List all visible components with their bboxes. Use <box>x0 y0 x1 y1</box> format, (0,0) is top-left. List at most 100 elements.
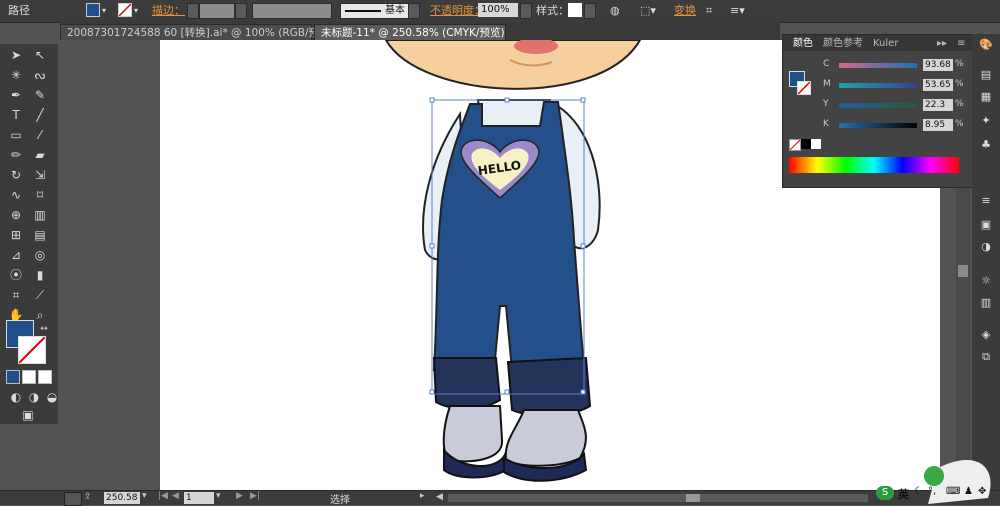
tab-document-2[interactable]: 未标题-11* @ 250.58% (CMYK/预览) <box>314 24 506 41</box>
scale-icon[interactable]: ⇲ <box>30 166 50 184</box>
white-color-chip[interactable] <box>811 139 821 149</box>
pencil-icon[interactable]: ✏ <box>6 146 26 164</box>
color-mode-icon[interactable] <box>6 370 20 384</box>
gradient-panel-icon[interactable]: ▣ <box>978 218 994 232</box>
draw-behind-icon[interactable]: ◑ <box>24 388 44 406</box>
graph-tool-icon[interactable]: ▮ <box>30 266 50 284</box>
last-page-icon[interactable]: ▶| <box>250 491 260 501</box>
menu-icon[interactable]: ≡▾ <box>730 3 745 19</box>
lasso-icon[interactable]: ᔓ <box>30 66 50 84</box>
transparency-icon[interactable]: ◑ <box>978 240 994 254</box>
punctuation-icon[interactable]: °, <box>928 486 936 497</box>
stroke-color-swatch[interactable] <box>18 336 46 364</box>
horizontal-scrollbar[interactable] <box>448 494 868 502</box>
appearance-icon[interactable]: ☼ <box>978 274 994 288</box>
slider-magenta[interactable]: M 53.65 % <box>823 79 969 93</box>
chevron-down-icon[interactable]: ▾ <box>142 491 147 501</box>
yellow-value[interactable]: 22.3 <box>923 99 953 111</box>
slice-tool-icon[interactable]: ⟋ <box>30 286 50 304</box>
symbol-sprayer-icon[interactable]: ⦿ <box>6 266 26 284</box>
cyan-value[interactable]: 93.68 <box>923 59 953 71</box>
direct-selection-icon[interactable]: ↖ <box>30 46 50 64</box>
draw-mode-icon[interactable]: ◐ <box>6 388 26 406</box>
line-tool-icon[interactable]: ╱ <box>30 106 50 124</box>
screen-mode-icon[interactable]: ▣ <box>18 406 38 424</box>
export-icon[interactable]: ⇪ <box>84 492 92 502</box>
black-color-chip[interactable] <box>801 139 811 149</box>
page-field[interactable]: 1 <box>184 492 214 504</box>
rectangle-tool-icon[interactable]: ▭ <box>6 126 26 144</box>
chevron-down-icon[interactable]: ▾ <box>102 3 106 19</box>
artboards-icon[interactable]: ⧉ <box>978 350 994 364</box>
chevron-down-icon[interactable]: ▾ <box>134 3 138 19</box>
user-icon[interactable]: ♟ <box>964 486 973 497</box>
tab-document-1[interactable]: 20087301724588 60 [转换].ai* @ 100% (RGB/预… <box>60 24 334 41</box>
chevron-down-icon[interactable] <box>520 3 532 19</box>
status-menu-icon[interactable]: ▸ <box>420 491 425 501</box>
pen-tool-icon[interactable]: ✒ <box>6 86 26 104</box>
first-page-icon[interactable]: |◀ <box>158 491 168 501</box>
magic-wand-icon[interactable]: ✳ <box>6 66 26 84</box>
perspective-icon[interactable]: ▥ <box>30 206 50 224</box>
swap-colors-icon[interactable]: ↔ <box>34 320 54 338</box>
zoom-field[interactable]: 250.58 <box>104 492 140 504</box>
mesh-icon[interactable]: ⊞ <box>6 226 26 244</box>
transform-link[interactable]: 变换 <box>674 3 696 19</box>
slider-black[interactable]: K 8.95 % <box>823 119 969 133</box>
color-panel-icon[interactable]: 🎨 <box>978 38 994 52</box>
brush-dropdown[interactable]: 基本 <box>340 3 410 19</box>
stroke-weight-field[interactable] <box>199 3 235 19</box>
blend-icon[interactable]: ◎ <box>30 246 50 264</box>
paintbrush-icon[interactable]: ⁄ <box>30 126 50 144</box>
magenta-value[interactable]: 53.65 <box>923 79 953 91</box>
color-guide-icon[interactable]: ▤ <box>978 68 994 82</box>
graphic-styles-icon[interactable]: ▥ <box>978 296 994 310</box>
symbols-icon[interactable]: ♣ <box>978 138 994 152</box>
opacity-field[interactable]: 100% <box>478 3 518 17</box>
gradient-icon[interactable]: ▤ <box>30 226 50 244</box>
black-value[interactable]: 8.95 <box>923 119 953 131</box>
moon-icon[interactable]: ☾ <box>914 486 923 497</box>
swatches-icon[interactable]: ▦ <box>978 90 994 104</box>
artboard-tool-icon[interactable]: ⌗ <box>6 286 26 304</box>
align-icon[interactable]: ⬚▾ <box>640 3 656 19</box>
layers-icon[interactable]: ◈ <box>978 328 994 342</box>
stroke-icon[interactable]: ≡ <box>978 194 994 208</box>
skin-icon[interactable]: ✥ <box>978 486 986 497</box>
stroke-stepper[interactable] <box>187 3 199 19</box>
none-color-icon[interactable] <box>789 139 801 151</box>
type-tool-icon[interactable]: T <box>6 106 26 124</box>
scroll-thumb[interactable] <box>958 265 968 277</box>
curvature-icon[interactable]: ✎ <box>30 86 50 104</box>
variable-width-dropdown[interactable] <box>252 3 332 19</box>
panel-stroke-swatch[interactable] <box>797 81 811 95</box>
chevron-down-icon[interactable] <box>584 3 596 19</box>
sogou-ime-icon[interactable]: S <box>876 486 894 500</box>
brushes-icon[interactable]: ✦ <box>978 114 994 128</box>
ime-mode-label[interactable]: 英 <box>898 486 909 502</box>
stroke-label[interactable]: 描边： <box>152 3 185 19</box>
tab-color-guide[interactable]: 颜色参考 <box>823 37 863 51</box>
prev-page-icon[interactable]: ◀ <box>172 491 179 501</box>
gradient-mode-icon[interactable] <box>22 370 36 384</box>
h-scroll-thumb[interactable] <box>686 494 700 502</box>
slider-yellow[interactable]: Y 22.3 % <box>823 99 969 113</box>
chevron-down-icon[interactable]: ▾ <box>216 491 221 501</box>
eraser-icon[interactable]: ▰ <box>30 146 50 164</box>
stroke-swatch[interactable] <box>118 3 132 19</box>
shape-builder-icon[interactable]: ⊕ <box>6 206 26 224</box>
tab-color[interactable]: 颜色 <box>793 37 813 51</box>
color-spectrum[interactable] <box>789 157 959 173</box>
selection-tool-icon[interactable]: ➤ <box>6 46 26 64</box>
slider-cyan[interactable]: C 93.68 % <box>823 59 969 73</box>
chevron-down-icon[interactable] <box>408 3 420 19</box>
none-mode-icon[interactable] <box>38 370 52 384</box>
recolor-icon[interactable]: ◍ <box>610 3 620 19</box>
panel-collapse-icon[interactable]: ▸▸ <box>937 37 947 51</box>
warp-icon[interactable]: ∿ <box>6 186 26 204</box>
stroke-weight-dropdown[interactable] <box>235 3 247 19</box>
style-swatch[interactable] <box>568 3 582 17</box>
panel-menu-icon[interactable]: ≡ <box>957 37 965 51</box>
eyedropper-icon[interactable]: ⊿ <box>6 246 26 264</box>
keyboard-icon[interactable]: ⌨ <box>946 486 960 497</box>
